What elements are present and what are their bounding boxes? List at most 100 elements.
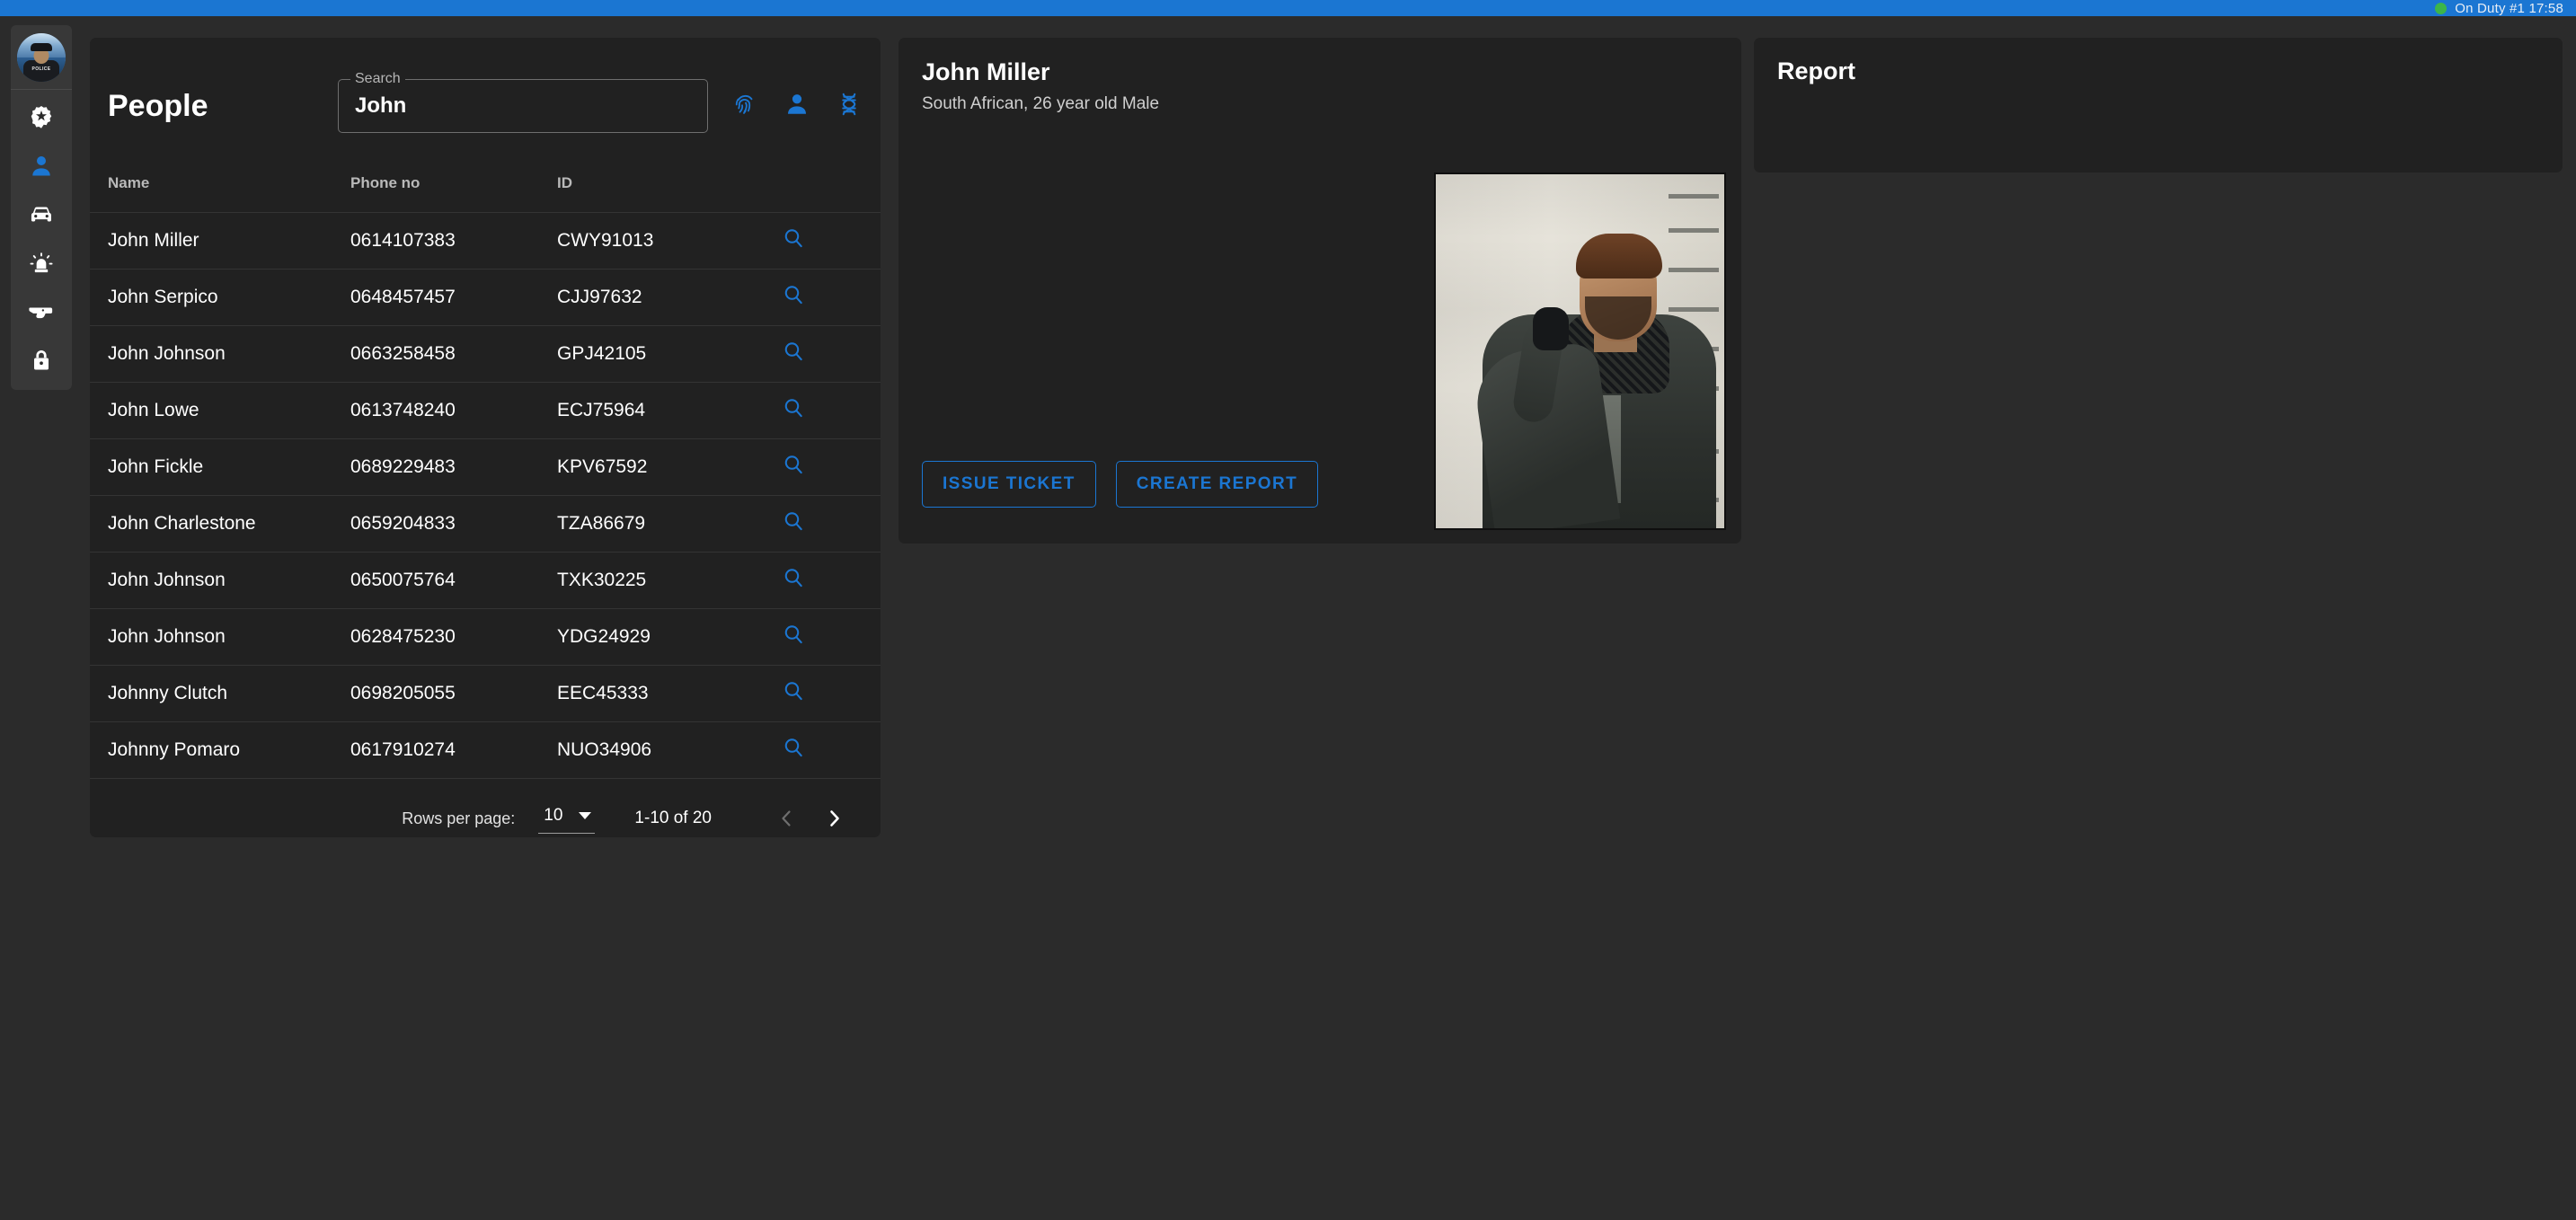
search-field[interactable]: Search xyxy=(338,71,708,133)
person-detail-actions: ISSUE TICKET CREATE REPORT xyxy=(922,461,1319,508)
report-panel: Report xyxy=(1754,38,2563,172)
dna-icon[interactable] xyxy=(836,91,863,122)
person-detail-panel: John Miller South African, 26 year old M… xyxy=(899,38,1741,544)
cell-phone: 0628475230 xyxy=(350,608,557,666)
search-icon[interactable] xyxy=(782,283,805,306)
app-root: On Duty #1 17:58 POLICE People Search Jo… xyxy=(0,0,2576,1220)
sidebar-item-weapons[interactable] xyxy=(16,289,66,334)
search-icon[interactable] xyxy=(782,453,805,476)
cell-id: TXK30225 xyxy=(557,552,782,609)
siren-icon xyxy=(27,249,56,278)
top-status-bar: On Duty #1 17:58 xyxy=(0,0,2576,16)
table-row[interactable]: Johnny Pomaro 0617910274 NUO34906 xyxy=(90,721,881,779)
height-tick xyxy=(1669,194,1719,199)
table-row[interactable]: Johnny Clutch 0698205055 EEC45333 xyxy=(90,665,881,722)
people-table-body: John Miller 0614107383 CWY91013 John Serpic… xyxy=(90,212,881,779)
mugshot-glove xyxy=(1533,307,1569,350)
table-row[interactable]: John Miller 0614107383 CWY91013 xyxy=(90,212,881,270)
cell-id: EEC45333 xyxy=(557,665,782,722)
cell-id: CWY91013 xyxy=(557,212,782,270)
avatar-cap xyxy=(31,42,52,51)
column-header-phone[interactable]: Phone no xyxy=(350,174,557,213)
cell-name: John Johnson xyxy=(90,608,350,666)
pagination-range-label: 1-10 of 20 xyxy=(634,809,712,827)
search-icon[interactable] xyxy=(782,340,805,363)
cell-phone: 0689229483 xyxy=(350,438,557,496)
cell-name: Johnny Pomaro xyxy=(90,721,350,779)
rows-per-page-value: 10 xyxy=(544,806,563,825)
column-header-id[interactable]: ID xyxy=(557,174,782,213)
sidebar-item-people[interactable] xyxy=(16,144,66,189)
cell-id: YDG24929 xyxy=(557,608,782,666)
cell-actions xyxy=(782,269,881,326)
avatar-badge-text: POLICE xyxy=(31,66,51,72)
search-icon[interactable] xyxy=(782,679,805,703)
cell-actions xyxy=(782,721,881,779)
sidebar-avatar-cell[interactable]: POLICE xyxy=(11,25,72,90)
search-icon[interactable] xyxy=(782,509,805,533)
cell-actions xyxy=(782,665,881,722)
page-title: People xyxy=(108,88,208,123)
search-icon[interactable] xyxy=(782,623,805,646)
column-header-name[interactable]: Name xyxy=(90,174,350,213)
table-row[interactable]: John Johnson 0663258458 GPJ42105 xyxy=(90,325,881,383)
create-report-button[interactable]: CREATE REPORT xyxy=(1115,461,1319,508)
report-title: Report xyxy=(1777,57,1855,84)
cell-name: John Miller xyxy=(90,212,350,270)
rows-per-page-select[interactable]: 10 xyxy=(538,803,596,834)
search-icon[interactable] xyxy=(782,396,805,420)
people-header-actions xyxy=(731,91,863,122)
people-panel: People Search John Name Phone no ID John… xyxy=(90,38,881,837)
height-tick xyxy=(1669,268,1719,272)
height-tick xyxy=(1669,228,1719,233)
column-header-actions xyxy=(782,174,881,213)
search-icon[interactable] xyxy=(782,566,805,589)
search-icon[interactable] xyxy=(782,736,805,759)
cell-id: GPJ42105 xyxy=(557,325,782,383)
table-row[interactable]: John Johnson 0628475230 YDG24929 xyxy=(90,608,881,666)
cell-phone: 0613748240 xyxy=(350,382,557,439)
previous-page-button[interactable] xyxy=(764,795,810,837)
cell-name: John Johnson xyxy=(90,325,350,383)
mugshot-hair xyxy=(1576,234,1662,278)
avatar[interactable]: POLICE xyxy=(17,32,66,82)
car-icon xyxy=(27,200,56,229)
people-panel-header: People Search xyxy=(90,38,881,174)
lock-icon xyxy=(28,347,55,374)
duty-status-dot xyxy=(2435,2,2448,14)
person-subtitle: South African, 26 year old Male xyxy=(922,94,1160,114)
issue-ticket-button[interactable]: ISSUE TICKET xyxy=(922,461,1096,508)
cell-id: NUO34906 xyxy=(557,721,782,779)
rows-per-page-label: Rows per page: xyxy=(402,809,516,827)
person-name: John Miller xyxy=(922,58,1050,85)
sidebar-item-badge[interactable] xyxy=(16,95,66,140)
sidebar-item-vehicles[interactable] xyxy=(16,192,66,237)
cell-phone: 0659204833 xyxy=(350,495,557,553)
cell-actions xyxy=(782,325,881,383)
search-input[interactable] xyxy=(355,93,696,119)
search-field-label: Search xyxy=(350,71,405,87)
table-row[interactable]: John Lowe 0613748240 ECJ75964 xyxy=(90,382,881,439)
table-row[interactable]: John Fickle 0689229483 KPV67592 xyxy=(90,438,881,496)
person-icon[interactable] xyxy=(783,91,810,122)
duty-status-label: On Duty #1 17:58 xyxy=(2455,0,2563,16)
people-table-head: Name Phone no ID xyxy=(90,174,881,213)
table-header-row: Name Phone no ID xyxy=(90,174,881,213)
table-row[interactable]: John Serpico 0648457457 CJJ97632 xyxy=(90,269,881,326)
search-icon[interactable] xyxy=(782,226,805,250)
duty-status: On Duty #1 17:58 xyxy=(2435,2,2563,15)
chevron-down-icon xyxy=(579,812,592,819)
cell-id: KPV67592 xyxy=(557,438,782,496)
table-row[interactable]: John Johnson 0650075764 TXK30225 xyxy=(90,552,881,609)
height-tick xyxy=(1669,307,1719,312)
cell-name: John Johnson xyxy=(90,552,350,609)
cell-name: John Serpico xyxy=(90,269,350,326)
cell-name: John Charlestone xyxy=(90,495,350,553)
fingerprint-icon[interactable] xyxy=(731,91,758,122)
cell-phone: 0698205055 xyxy=(350,665,557,722)
sidebar-item-logout[interactable] xyxy=(16,338,66,383)
next-page-button[interactable] xyxy=(810,795,857,837)
sidebar-item-dispatch[interactable] xyxy=(16,241,66,286)
sidebar: POLICE xyxy=(11,25,72,390)
table-row[interactable]: John Charlestone 0659204833 TZA86679 xyxy=(90,495,881,553)
